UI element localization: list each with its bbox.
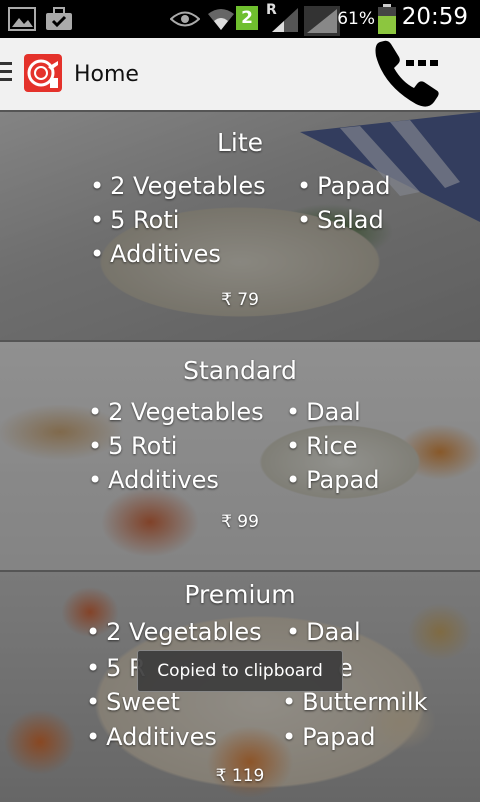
plan-card-standard[interactable]: Standard 2 Vegetables 5 Roti Additives D… bbox=[0, 340, 480, 572]
plan-item: Daal bbox=[286, 398, 361, 426]
plan-title: Premium bbox=[184, 580, 296, 609]
signal-icon bbox=[304, 6, 340, 36]
plan-item: Salad bbox=[297, 206, 384, 234]
plan-item: Sweet bbox=[86, 688, 180, 716]
battery-icon bbox=[378, 4, 396, 34]
wifi-icon bbox=[208, 9, 234, 30]
battery-percent: 61% bbox=[337, 9, 375, 29]
page-title: Home bbox=[74, 62, 139, 87]
plan-item: Additives bbox=[86, 723, 217, 751]
plan-item: 2 Vegetables bbox=[90, 172, 266, 200]
plan-price: ₹ 99 bbox=[221, 512, 259, 532]
plan-price: ₹ 119 bbox=[215, 766, 265, 786]
sim-badge: 2 bbox=[236, 6, 258, 30]
plan-item: Papad bbox=[297, 172, 390, 200]
eye-icon bbox=[170, 11, 200, 27]
plan-item: Buttermilk bbox=[282, 688, 427, 716]
phone-more-icon[interactable] bbox=[372, 38, 456, 110]
plan-item: 5 Roti bbox=[90, 206, 179, 234]
plan-item: Additives bbox=[88, 466, 219, 494]
app-logo-icon[interactable] bbox=[24, 54, 62, 92]
plan-card-lite[interactable]: Lite 2 Vegetables 5 Roti Additives Papad… bbox=[0, 110, 480, 342]
image-icon bbox=[8, 7, 36, 31]
plan-title: Standard bbox=[183, 356, 297, 385]
plan-item: Daal bbox=[286, 618, 361, 646]
plan-item: Rice bbox=[286, 432, 357, 460]
action-bar: Home bbox=[0, 38, 480, 111]
plan-item: Papad bbox=[286, 466, 379, 494]
menu-icon[interactable] bbox=[0, 62, 12, 86]
status-bar: 2 R 61% 20:59 bbox=[0, 0, 480, 38]
plan-item: 5 Roti bbox=[88, 432, 177, 460]
briefcase-check-icon bbox=[46, 7, 72, 30]
plan-title: Lite bbox=[216, 128, 264, 157]
plan-price: ₹ 79 bbox=[221, 290, 259, 310]
plan-item: Papad bbox=[282, 723, 375, 751]
plan-item: Additives bbox=[90, 240, 221, 268]
plan-item: 2 Vegetables bbox=[86, 618, 262, 646]
clock: 20:59 bbox=[401, 4, 468, 30]
signal-icon bbox=[272, 8, 298, 32]
plan-item: 2 Vegetables bbox=[88, 398, 264, 426]
clipboard-toast: Copied to clipboard bbox=[137, 650, 343, 692]
